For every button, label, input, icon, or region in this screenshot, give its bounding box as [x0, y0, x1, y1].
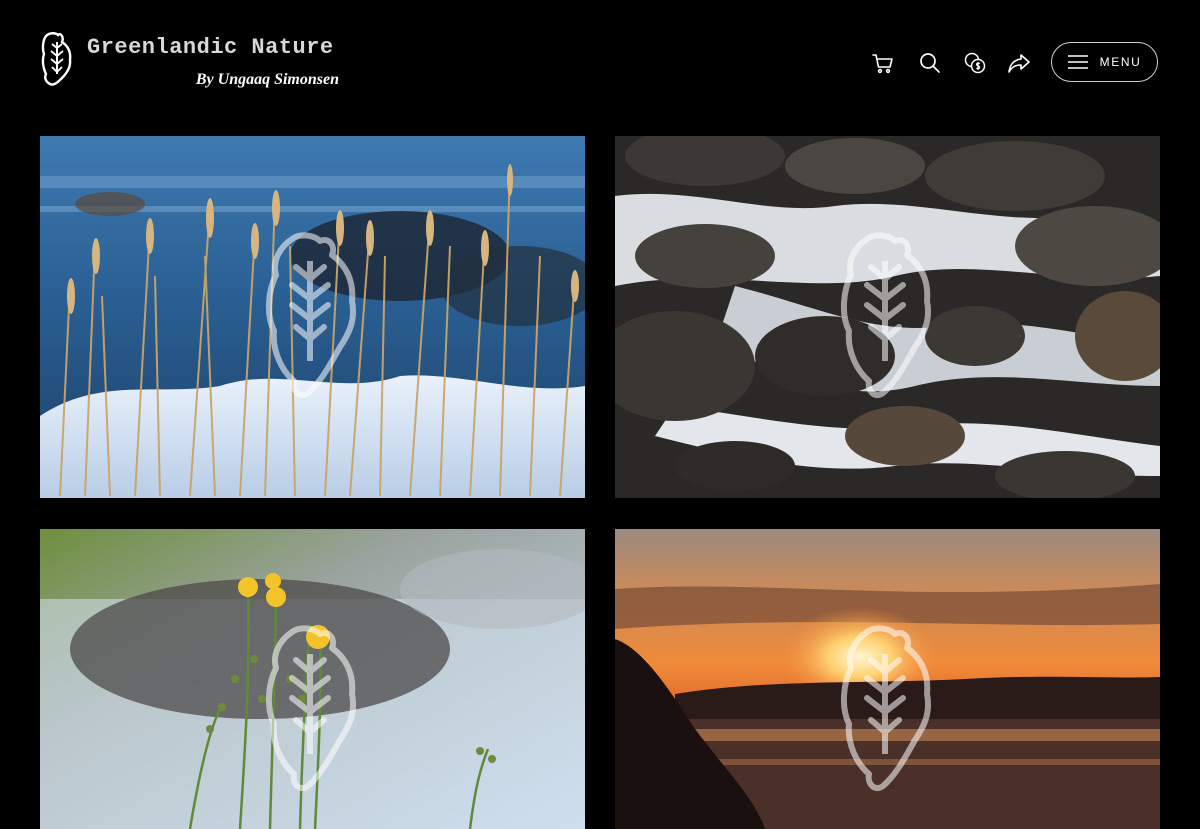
photo-tile-icy-rocks[interactable]: [615, 136, 1160, 498]
site-title[interactable]: Greenlandic Nature: [87, 35, 334, 60]
menu-button[interactable]: MENU: [1051, 42, 1158, 82]
greenland-leaf-logo-icon[interactable]: [40, 30, 74, 88]
search-icon[interactable]: [918, 51, 942, 75]
hamburger-icon: [1067, 55, 1088, 69]
menu-label: MENU: [1099, 55, 1142, 69]
photo-tile-frosted-grass[interactable]: [40, 136, 585, 498]
watermark-icon: [262, 624, 362, 794]
site-header: Greenlandic Nature By Ungaaq Simonsen ME…: [0, 0, 1200, 126]
watermark-icon: [262, 231, 362, 401]
cart-icon[interactable]: [871, 51, 895, 75]
photo-tile-yellow-flowers[interactable]: [40, 529, 585, 829]
site-subtitle: By Ungaaq Simonsen: [195, 71, 339, 88]
currency-icon[interactable]: [963, 51, 987, 75]
share-icon[interactable]: [1007, 51, 1031, 75]
watermark-icon: [837, 624, 937, 794]
watermark-icon: [837, 231, 937, 401]
photo-tile-sunset[interactable]: [615, 529, 1160, 829]
